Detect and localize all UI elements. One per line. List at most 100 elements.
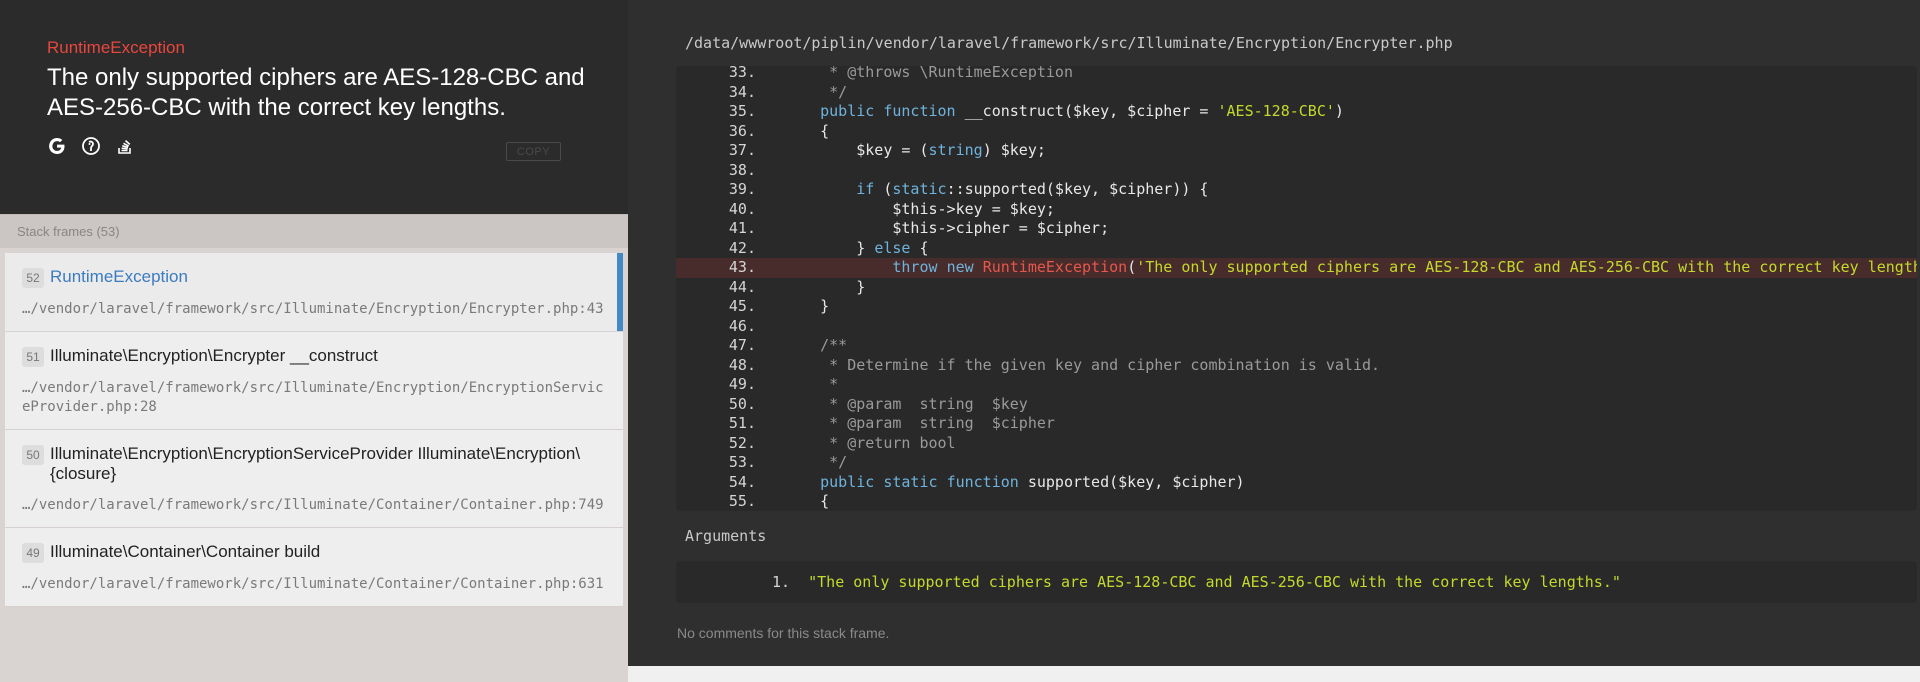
- stack-frames-panel: RuntimeException The only supported ciph…: [0, 0, 628, 682]
- line-number: 34.: [728, 82, 756, 101]
- arguments-box: 1. "The only supported ciphers are AES-1…: [676, 561, 1917, 603]
- frame-title: 51 Illuminate\Encryption\Encrypter __cons…: [22, 346, 607, 367]
- frame-title: 50 Illuminate\Encryption\EncryptionServic…: [22, 444, 607, 484]
- line-number: 42.: [728, 238, 756, 257]
- code-line: 44. }: [676, 278, 1917, 298]
- code-line: 39. if (static::supported($key, $cipher)…: [676, 180, 1917, 200]
- stack-frame[interactable]: 52 RuntimeException …/vendor/laravel/frame…: [5, 253, 623, 332]
- code-viewer[interactable]: 33. * @throws \RuntimeException 34. */35.…: [676, 66, 1917, 511]
- stack-frame[interactable]: 50 Illuminate\Encryption\EncryptionServic…: [5, 430, 623, 528]
- stackoverflow-icon[interactable]: [115, 136, 135, 156]
- frame-file: …/vendor/laravel/framework/src/Illuminat…: [22, 576, 604, 592]
- argument-item: 1. "The only supported ciphers are AES-1…: [772, 573, 1621, 591]
- line-number: 33.: [728, 66, 756, 81]
- frame-name: Illuminate\Container\Container build: [50, 542, 321, 561]
- duckduckgo-icon[interactable]: [81, 136, 101, 156]
- stack-frames-title: Stack frames (53): [17, 224, 120, 239]
- code-text: throw new RuntimeException('The only sup…: [892, 258, 1917, 276]
- no-comments-text: No comments for this stack frame.: [677, 625, 890, 641]
- line-number: 39.: [728, 180, 756, 198]
- code-line: 45. }: [676, 297, 1917, 317]
- stack-frame[interactable]: 49 Illuminate\Container\Container build …/…: [5, 528, 623, 607]
- arguments-label: Arguments: [685, 527, 767, 545]
- line-number: 49.: [728, 375, 756, 393]
- line-number: 44.: [728, 277, 756, 296]
- line-number: 45.: [728, 297, 756, 315]
- frame-index: 52: [22, 268, 44, 288]
- code-text: {: [784, 121, 830, 140]
- code-text: * @param string $key: [784, 394, 1028, 413]
- stack-frame[interactable]: 51 Illuminate\Encryption\Encrypter __cons…: [5, 332, 623, 430]
- line-number: 41.: [728, 219, 756, 237]
- code-line: 42. } else {: [676, 239, 1917, 259]
- code-text: * @return bool: [784, 433, 956, 452]
- code-text: * Determine if the given key and cipher …: [784, 355, 1381, 374]
- code-text: $this->key = $key;: [784, 199, 1055, 218]
- code-text: } else {: [784, 238, 929, 257]
- line-number: 48.: [728, 355, 756, 374]
- code-text: public static function supported($key, $…: [820, 472, 1245, 491]
- copy-button[interactable]: COPY: [506, 142, 561, 161]
- code-line: 49. *: [676, 375, 1917, 395]
- search-links: [47, 136, 135, 156]
- frame-details-panel: /data/wwwroot/piplin/vendor/laravel/fram…: [628, 0, 1920, 666]
- code-text: $key = (string) $key;: [784, 141, 1046, 159]
- code-text: $this->cipher = $cipher;: [784, 219, 1110, 237]
- frame-name: Illuminate\Encryption\EncryptionServiceP…: [50, 444, 581, 483]
- frame-file: …/vendor/laravel/framework/src/Illuminat…: [22, 497, 604, 513]
- frame-index: 49: [22, 543, 44, 563]
- code-line: 36. {: [676, 122, 1917, 142]
- frame-index: 50: [22, 445, 44, 465]
- code-line: 54. public static function supported($ke…: [676, 473, 1917, 493]
- code-text: */: [784, 82, 848, 101]
- code-line: 47. /**: [676, 336, 1917, 356]
- frame-name: RuntimeException: [50, 267, 188, 286]
- code-text: if (static::supported($key, $cipher)) {: [856, 180, 1209, 198]
- frame-title: 52 RuntimeException: [22, 267, 607, 288]
- stack-frames-header: Stack frames (53): [0, 214, 628, 248]
- line-number: 40.: [728, 199, 756, 218]
- line-number: 52.: [728, 433, 756, 452]
- google-icon[interactable]: [47, 136, 67, 156]
- code-line: 33. * @throws \RuntimeException: [676, 66, 1917, 83]
- stack-frames-list[interactable]: 52 RuntimeException …/vendor/laravel/frame…: [5, 253, 623, 682]
- bottom-strip: [628, 666, 1920, 682]
- code-text: }: [784, 277, 866, 296]
- line-number: 47.: [728, 336, 756, 354]
- line-number: 55.: [728, 492, 756, 510]
- line-number: 50.: [728, 394, 756, 413]
- frame-index: 51: [22, 347, 44, 367]
- frame-file-path[interactable]: /data/wwwroot/piplin/vendor/laravel/fram…: [685, 34, 1453, 52]
- code-line: 52. * @return bool: [676, 434, 1917, 454]
- line-number: 51.: [728, 414, 756, 432]
- code-text: * @throws \RuntimeException: [784, 66, 1073, 81]
- line-number: 35.: [728, 102, 756, 120]
- argument-value: "The only supported ciphers are AES-128-…: [808, 573, 1621, 591]
- code-line: 48. * Determine if the given key and cip…: [676, 356, 1917, 376]
- code-text: {: [784, 492, 830, 510]
- code-line: 43. throw new RuntimeException('The only…: [676, 258, 1917, 278]
- line-number: 46.: [728, 316, 756, 335]
- code-line: 50. * @param string $key: [676, 395, 1917, 415]
- line-number: 43.: [728, 258, 756, 276]
- line-number: 53.: [728, 453, 756, 471]
- exception-header: RuntimeException The only supported ciph…: [0, 0, 628, 214]
- code-text: */: [784, 453, 848, 471]
- code-line: 46.: [676, 317, 1917, 337]
- code-line: 38.: [676, 161, 1917, 181]
- code-line: 34. */: [676, 83, 1917, 103]
- code-line: 55. {: [676, 492, 1917, 511]
- code-line: 53. */: [676, 453, 1917, 473]
- code-text: *: [784, 375, 839, 393]
- line-number: 38.: [728, 160, 756, 179]
- code-line: 40. $this->key = $key;: [676, 200, 1917, 220]
- frame-file: …/vendor/laravel/framework/src/Illuminat…: [22, 301, 604, 317]
- frame-name: Illuminate\Encryption\Encrypter __constr…: [50, 346, 378, 365]
- line-number: 36.: [728, 121, 756, 140]
- code-text: public function __construct($key, $ciphe…: [820, 102, 1344, 120]
- frame-title: 49 Illuminate\Container\Container build: [22, 542, 607, 563]
- code-line: 35. public function __construct($key, $c…: [676, 102, 1917, 122]
- exception-message: The only supported ciphers are AES-128-C…: [47, 64, 585, 121]
- exception-class: RuntimeException: [47, 38, 185, 57]
- code-line: 37. $key = (string) $key;: [676, 141, 1917, 161]
